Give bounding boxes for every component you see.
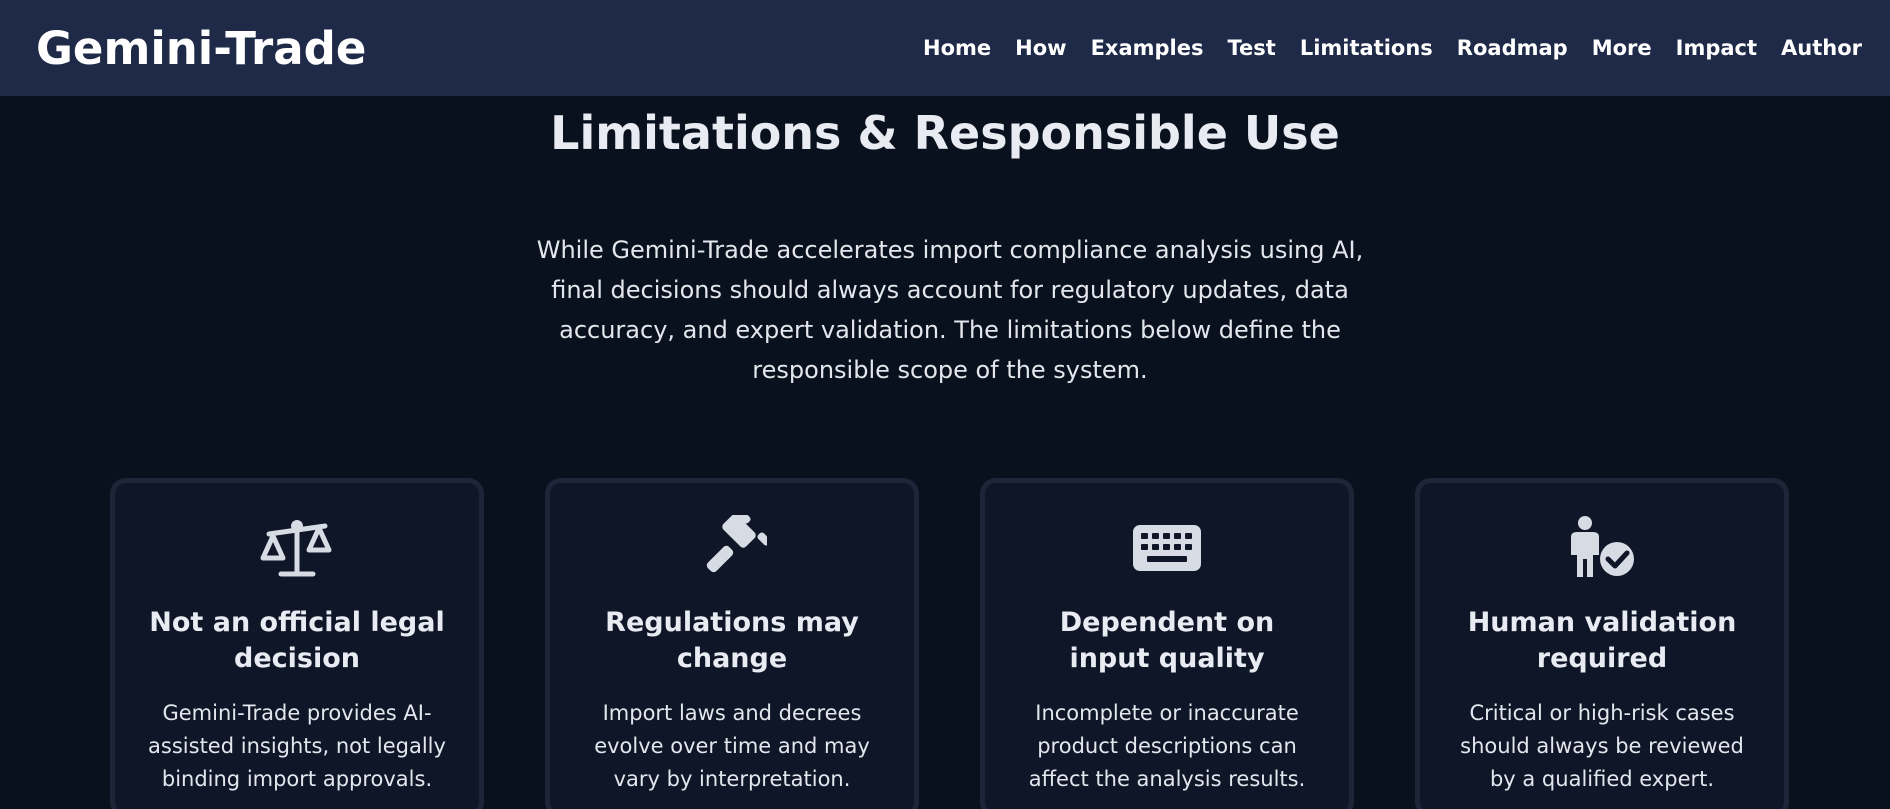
nav-author[interactable]: Author xyxy=(1781,36,1862,60)
card-title: Dependent on input quality xyxy=(1059,607,1275,674)
nav-examples[interactable]: Examples xyxy=(1091,36,1204,60)
card-title: Not an official legal decision xyxy=(149,607,445,674)
card-text: Critical or high-risk cases should alway… xyxy=(1460,701,1744,791)
scale-balance-icon xyxy=(115,513,479,583)
user-check-icon xyxy=(1420,513,1784,583)
card-input-quality: Dependent on input quality Incomplete or… xyxy=(980,478,1354,809)
card-human-validation: Human validation required Critical or hi… xyxy=(1415,478,1789,809)
gavel-icon xyxy=(550,513,914,583)
card-text: Incomplete or inaccurate product descrip… xyxy=(1028,701,1306,791)
section-title: Limitations & Responsible Use xyxy=(550,106,1340,160)
card-regulations: Regulations may change Import laws and d… xyxy=(545,478,919,809)
nav-test[interactable]: Test xyxy=(1227,36,1275,60)
nav-more[interactable]: More xyxy=(1592,36,1652,60)
nav-how[interactable]: How xyxy=(1015,36,1066,60)
main-nav: Home How Examples Test Limitations Roadm… xyxy=(899,36,1862,60)
card-title: Human validation required xyxy=(1467,607,1737,674)
top-navbar: Gemini-Trade Home How Examples Test Limi… xyxy=(0,0,1890,96)
nav-roadmap[interactable]: Roadmap xyxy=(1457,36,1568,60)
nav-impact[interactable]: Impact xyxy=(1676,36,1757,60)
card-text: Import laws and decrees evolve over time… xyxy=(594,701,870,791)
card-title: Regulations may change xyxy=(605,607,859,674)
nav-home[interactable]: Home xyxy=(923,36,991,60)
card-text: Gemini-Trade provides AI-assisted insigh… xyxy=(148,701,446,791)
keyboard-icon xyxy=(985,513,1349,583)
card-legal: Not an official legal decision Gemini-Tr… xyxy=(110,478,484,809)
nav-limitations[interactable]: Limitations xyxy=(1300,36,1433,60)
brand-logo[interactable]: Gemini-Trade xyxy=(36,22,366,75)
limitations-cards: Not an official legal decision Gemini-Tr… xyxy=(110,478,1790,809)
section-intro: While Gemini-Trade accelerates import co… xyxy=(536,236,1364,384)
